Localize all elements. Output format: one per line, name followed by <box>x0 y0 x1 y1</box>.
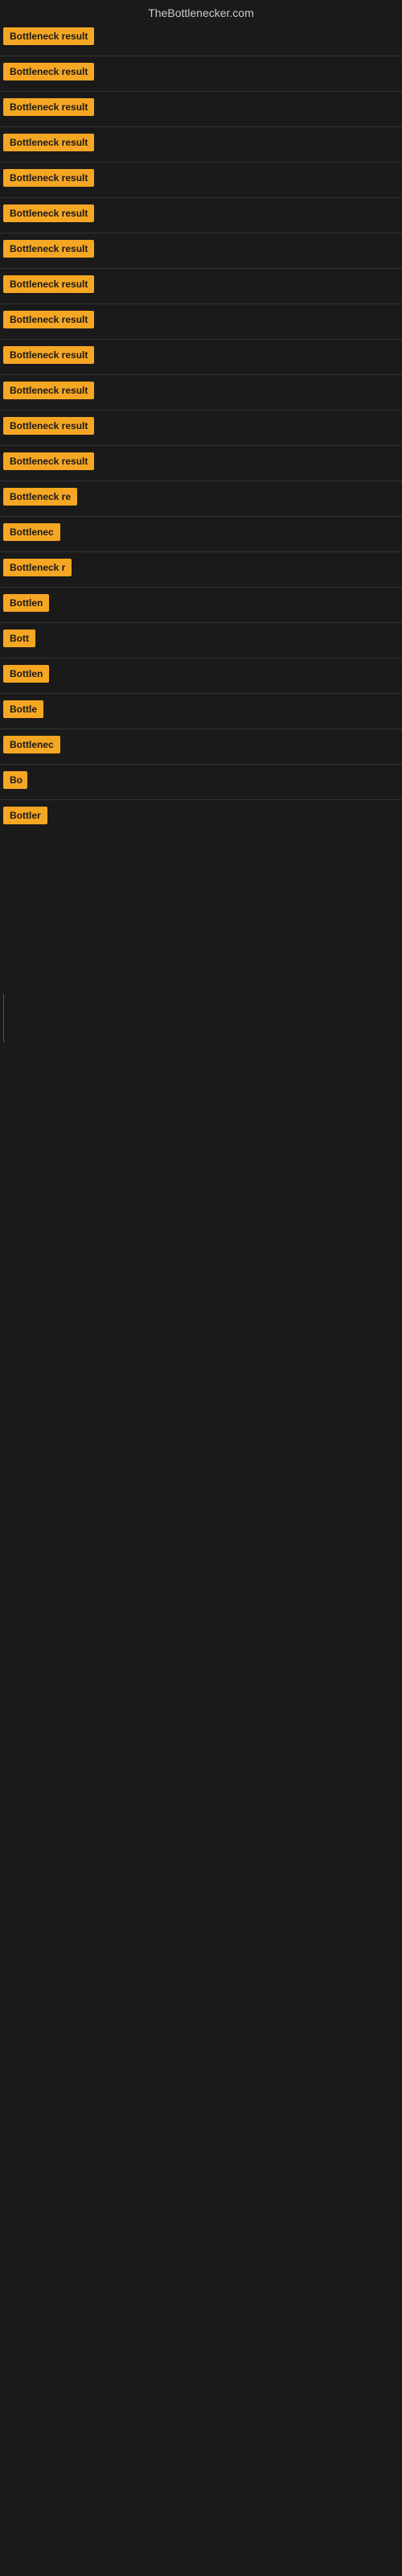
bottleneck-row-14: Bottleneck re <box>0 483 402 514</box>
bottleneck-row-19: Bottlen <box>0 660 402 691</box>
rows-container: Bottleneck result Bottleneck result Bottle… <box>0 23 402 833</box>
divider-16 <box>0 587 402 588</box>
bottleneck-row-23: Bottler <box>0 802 402 833</box>
bottleneck-badge-19[interactable]: Bottlen <box>3 665 49 683</box>
bottleneck-badge-2[interactable]: Bottleneck result <box>3 63 94 80</box>
divider-12 <box>0 445 402 446</box>
divider-21 <box>0 764 402 765</box>
divider-22 <box>0 799 402 800</box>
bottleneck-row-6: Bottleneck result <box>0 200 402 231</box>
bottleneck-badge-14[interactable]: Bottleneck re <box>3 488 77 506</box>
site-title: TheBottlenecker.com <box>0 0 402 23</box>
bottleneck-badge-1[interactable]: Bottleneck result <box>3 27 94 45</box>
divider-4 <box>0 162 402 163</box>
divider-5 <box>0 197 402 198</box>
divider-3 <box>0 126 402 127</box>
bottleneck-badge-8[interactable]: Bottleneck result <box>3 275 94 293</box>
bottleneck-row-13: Bottleneck result <box>0 448 402 479</box>
bottleneck-badge-13[interactable]: Bottleneck result <box>3 452 94 470</box>
bottleneck-badge-23[interactable]: Bottler <box>3 807 47 824</box>
bottleneck-row-8: Bottleneck result <box>0 270 402 302</box>
bottleneck-badge-3[interactable]: Bottleneck result <box>3 98 94 116</box>
divider-7 <box>0 268 402 269</box>
bottleneck-row-16: Bottleneck r <box>0 554 402 585</box>
bottleneck-badge-4[interactable]: Bottleneck result <box>3 134 94 151</box>
bottleneck-row-20: Bottle <box>0 696 402 727</box>
divider-17 <box>0 622 402 623</box>
bottleneck-row-4: Bottleneck result <box>0 129 402 160</box>
divider-9 <box>0 339 402 340</box>
divider-8 <box>0 303 402 304</box>
bottleneck-badge-7[interactable]: Bottleneck result <box>3 240 94 258</box>
bottleneck-badge-12[interactable]: Bottleneck result <box>3 417 94 435</box>
bottleneck-row-1: Bottleneck result <box>0 23 402 54</box>
bottom-area <box>0 833 402 1316</box>
bottleneck-badge-20[interactable]: Bottle <box>3 700 43 718</box>
bottom-line <box>3 994 4 1042</box>
bottleneck-badge-10[interactable]: Bottleneck result <box>3 346 94 364</box>
divider-11 <box>0 410 402 411</box>
bottleneck-row-11: Bottleneck result <box>0 377 402 408</box>
bottleneck-row-3: Bottleneck result <box>0 93 402 125</box>
bottleneck-row-5: Bottleneck result <box>0 164 402 196</box>
bottleneck-badge-16[interactable]: Bottleneck r <box>3 559 72 576</box>
bottleneck-badge-11[interactable]: Bottleneck result <box>3 382 94 399</box>
divider-19 <box>0 693 402 694</box>
bottleneck-badge-5[interactable]: Bottleneck result <box>3 169 94 187</box>
bottleneck-row-12: Bottleneck result <box>0 412 402 444</box>
bottleneck-row-21: Bottlenec <box>0 731 402 762</box>
bottleneck-badge-6[interactable]: Bottleneck result <box>3 204 94 222</box>
bottleneck-row-7: Bottleneck result <box>0 235 402 266</box>
divider-2 <box>0 91 402 92</box>
bottleneck-row-9: Bottleneck result <box>0 306 402 337</box>
bottleneck-row-17: Bottlen <box>0 589 402 621</box>
bottleneck-row-15: Bottlenec <box>0 518 402 550</box>
divider-10 <box>0 374 402 375</box>
bottleneck-badge-15[interactable]: Bottlenec <box>3 523 60 541</box>
bottleneck-row-18: Bott <box>0 625 402 656</box>
bottleneck-badge-22[interactable]: Bo <box>3 771 27 789</box>
divider-15 <box>0 551 402 552</box>
bottleneck-row-22: Bo <box>0 766 402 798</box>
bottleneck-row-2: Bottleneck result <box>0 58 402 89</box>
divider-14 <box>0 516 402 517</box>
bottleneck-badge-17[interactable]: Bottlen <box>3 594 49 612</box>
bottleneck-badge-18[interactable]: Bott <box>3 630 35 647</box>
bottleneck-row-10: Bottleneck result <box>0 341 402 373</box>
bottleneck-badge-9[interactable]: Bottleneck result <box>3 311 94 328</box>
bottleneck-badge-21[interactable]: Bottlenec <box>3 736 60 753</box>
